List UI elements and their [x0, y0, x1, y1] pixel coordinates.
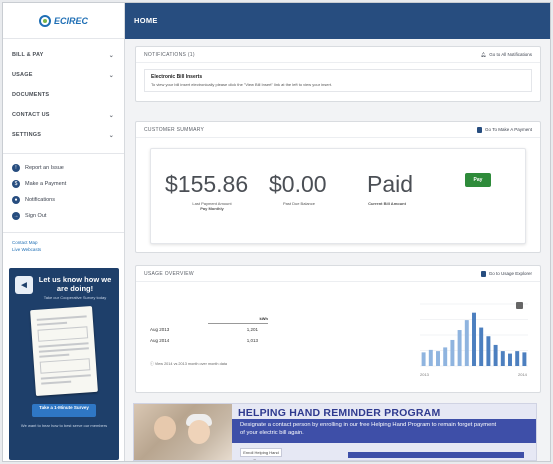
app-frame: ECIREC BILL & PAY ⌄ USAGE ⌄ DOCUMENTS CO…: [2, 2, 551, 462]
table-row: Aug 2013 1,201: [150, 327, 258, 332]
bill-status: Paid: [367, 171, 414, 197]
usage-bar[interactable]: [421, 352, 426, 366]
link-live-webcasts[interactable]: Live Webcasts: [12, 246, 124, 253]
megaphone-icon: ◄: [15, 276, 33, 294]
usage-bar[interactable]: [522, 352, 527, 366]
usage-overview-card: USAGE OVERVIEW Go to Usage Explorer kWh …: [135, 265, 541, 393]
logo-text: ECIREC: [53, 15, 88, 26]
usage-note[interactable]: ⓘ View 2014 vs 2013 month over month dat…: [150, 362, 227, 367]
quick-links: ! Report an Issue $ Make a Payment ● Not…: [3, 153, 124, 224]
nav-item-label: DOCUMENTS: [12, 92, 50, 98]
banner-title: HELPING HAND REMINDER PROGRAM: [238, 407, 441, 419]
promo-title: Let us know how we are doing!: [38, 275, 112, 293]
notifications-card: NOTIFICATIONS (1) 🔔︎ Go to All Notificat…: [135, 46, 541, 102]
quick-label: Report an Issue: [25, 165, 64, 171]
pay-button[interactable]: Pay: [465, 173, 491, 187]
sidebar-nav: BILL & PAY ⌄ USAGE ⌄ DOCUMENTS CONTACT U…: [3, 45, 124, 145]
quick-sign-out[interactable]: → Sign Out: [3, 208, 124, 224]
survey-button[interactable]: Take a 1-Minute Survey: [32, 404, 96, 417]
usage-bar[interactable]: [464, 320, 469, 366]
helping-hand-banner: HELPING HAND REMINDER PROGRAM Designate …: [133, 403, 537, 461]
notification-title: Electronic Bill Inserts: [151, 74, 203, 80]
quick-label: Notifications: [25, 197, 55, 203]
usage-bar[interactable]: [428, 349, 433, 366]
sidebar-links: Contact Map Live Webcasts: [3, 232, 124, 253]
link-contact-map[interactable]: Contact Map: [12, 239, 124, 246]
survey-form-image: [30, 305, 98, 397]
nav-item-label: USAGE: [12, 72, 33, 78]
quick-label: Sign Out: [25, 213, 47, 219]
usage-bar[interactable]: [486, 336, 491, 366]
notification-text: To view your bill insert electronically …: [151, 82, 333, 87]
quick-label: Make a Payment: [25, 181, 67, 187]
past-due-amount: $0.00: [269, 171, 327, 197]
usage-bar[interactable]: [450, 339, 455, 366]
logo[interactable]: ECIREC: [3, 3, 124, 39]
chevron-down-icon: ⌄: [108, 132, 114, 139]
usage-bar[interactable]: [457, 330, 462, 366]
dollar-icon: $: [12, 180, 20, 188]
nav-item-settings[interactable]: SETTINGS ⌄: [3, 125, 124, 145]
logo-mark-icon: [38, 14, 51, 27]
usage-bar[interactable]: [500, 351, 505, 366]
summary-panel: $155.86 Last Payment Amount Pay Monthly …: [150, 148, 526, 244]
chevron-down-icon: ⌄: [108, 112, 114, 119]
quick-make-payment[interactable]: $ Make a Payment: [3, 176, 124, 192]
x-tick-label: 2013: [420, 372, 430, 377]
x-tick-label: 2014: [518, 372, 528, 377]
chevron-down-icon: ⌄: [108, 72, 114, 79]
survey-promo: ◄ Let us know how we are doing! Take our…: [9, 268, 119, 460]
nav-item-label: BILL & PAY: [12, 52, 44, 58]
usage-table: kWh Aug 2013 1,201 Aug 2014 1,013: [150, 316, 268, 346]
top-bar: HOME: [125, 3, 550, 39]
customer-summary-card: CUSTOMER SUMMARY Go To Make A Payment $1…: [135, 121, 541, 253]
alert-icon: !: [12, 164, 20, 172]
last-payment-label: Last Payment Amount Pay Monthly: [192, 201, 232, 211]
sidebar: ECIREC BILL & PAY ⌄ USAGE ⌄ DOCUMENTS CO…: [3, 3, 125, 461]
promo-footer: We want to hear how to best serve our me…: [20, 423, 108, 428]
download-icon[interactable]: [516, 302, 523, 309]
document-icon: [477, 126, 483, 133]
usage-bar[interactable]: [472, 312, 476, 366]
usage-bar[interactable]: [508, 353, 512, 366]
card-title: CUSTOMER SUMMARY: [144, 126, 205, 133]
nav-item-bill-pay[interactable]: BILL & PAY ⌄: [3, 45, 124, 65]
usage-bar[interactable]: [493, 344, 498, 366]
quick-notifications[interactable]: ● Notifications: [3, 192, 124, 208]
quick-report-issue[interactable]: ! Report an Issue: [3, 160, 124, 176]
banner-text: Designate a contact person by enrolling …: [240, 422, 497, 436]
card-title: NOTIFICATIONS (1): [144, 51, 195, 58]
usage-explorer-link[interactable]: Go to Usage Explorer: [480, 270, 532, 277]
info-icon: ⓘ: [150, 362, 154, 366]
last-payment-amount: $155.86: [165, 171, 249, 197]
usage-bar[interactable]: [443, 347, 448, 366]
chevron-down-icon: ⌄: [108, 52, 114, 59]
table-row: Aug 2014 1,013: [150, 338, 258, 343]
make-payment-link[interactable]: Go To Make A Payment: [477, 126, 532, 133]
nav-item-usage[interactable]: USAGE ⌄: [3, 65, 124, 85]
table-header: kWh: [208, 316, 268, 324]
enroll-button[interactable]: Enroll Helping Hand Program: [240, 448, 282, 460]
promo-subtitle: Take our Cooperative Survey today: [43, 295, 107, 300]
usage-bar[interactable]: [479, 327, 484, 366]
bell-icon: 🔔︎: [480, 51, 487, 57]
seniors-photo: [134, 404, 232, 460]
bill-status-label: Current Bill Amount: [368, 201, 406, 206]
bell-icon: ●: [12, 196, 20, 204]
signout-icon: →: [12, 212, 20, 220]
nav-item-documents[interactable]: DOCUMENTS: [3, 85, 124, 105]
past-due-label: Past Due Balance: [282, 201, 316, 206]
nav-item-label: CONTACT US: [12, 112, 50, 118]
usage-bar-chart: 2013 2014: [420, 303, 528, 377]
usage-bar[interactable]: [515, 351, 520, 366]
nav-item-contact-us[interactable]: CONTACT US ⌄: [3, 105, 124, 125]
usage-bar[interactable]: [436, 351, 440, 366]
all-notifications-link[interactable]: 🔔︎ Go to All Notifications: [481, 52, 533, 58]
notification-item[interactable]: Electronic Bill Inserts To view your bil…: [144, 69, 532, 92]
card-title: USAGE OVERVIEW: [144, 270, 194, 277]
chart-icon: [480, 270, 486, 277]
page-title: HOME: [134, 16, 158, 25]
nav-item-label: SETTINGS: [12, 132, 42, 138]
